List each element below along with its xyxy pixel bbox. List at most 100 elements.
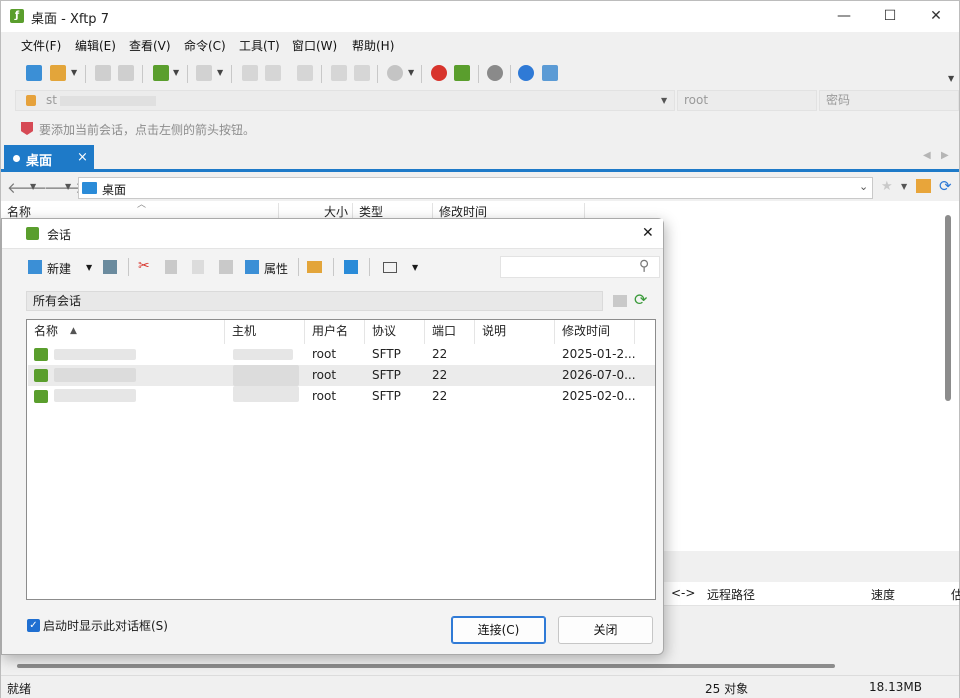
menu-bar: 文件(F) 编辑(E) 查看(V) 命令(C) 工具(T) 窗口(W) 帮助(H… (1, 32, 959, 58)
close-button[interactable]: ✕ (913, 1, 959, 32)
cut-icon[interactable]: ✂ (138, 258, 150, 274)
star-icon[interactable]: ★ (881, 179, 893, 194)
password-input[interactable]: 密码 (819, 90, 959, 111)
transfer-column-estimate[interactable]: 估 (951, 586, 960, 603)
startup-checkbox[interactable]: ✓ (27, 619, 40, 632)
chevron-down-icon[interactable]: ⌄ (859, 180, 868, 193)
menu-command[interactable]: 命令(C) (184, 37, 226, 54)
sync-icon[interactable] (297, 65, 313, 81)
session-column-description[interactable]: 说明 (475, 320, 555, 344)
tab-scroll-right-icon[interactable]: ▶ (941, 150, 949, 161)
properties-icon[interactable] (245, 260, 259, 274)
tab-close-icon[interactable]: × (77, 150, 88, 165)
new-session-button[interactable]: 新建 (47, 260, 71, 277)
copy-icon[interactable] (331, 65, 347, 81)
session-column-username[interactable]: 用户名 (305, 320, 365, 344)
session-column-modified[interactable]: 修改时间 (555, 320, 635, 344)
disconnect-icon[interactable] (118, 65, 134, 81)
paste-icon[interactable] (192, 260, 204, 274)
globe-icon[interactable] (387, 65, 403, 81)
transfer-icon[interactable] (196, 65, 212, 81)
maximize-button[interactable]: ☐ (867, 1, 913, 32)
xftp-window: ƒ 桌面 - Xftp 7 — ☐ ✕ 文件(F) 编辑(E) 查看(V) 命令… (0, 0, 960, 698)
username-input[interactable]: root (677, 90, 817, 111)
refresh-icon[interactable]: ⟳ (634, 290, 647, 309)
session-search-input[interactable]: ⚲ (500, 256, 660, 278)
search-icon[interactable]: ⚲ (639, 258, 649, 274)
transfer-column-direction[interactable]: <-> (671, 586, 695, 600)
transfer-column-remote-path[interactable]: 远程路径 (707, 586, 755, 603)
session-settings-icon[interactable] (153, 65, 169, 81)
gear-icon[interactable] (487, 65, 503, 81)
chevron-down-icon[interactable]: ▼ (217, 68, 223, 77)
back-arrow-icon[interactable]: 🡐 (7, 178, 47, 197)
bookmark-icon[interactable] (21, 122, 33, 135)
session-row[interactable]: root SFTP 22 2026-07-0... (28, 365, 655, 386)
minimize-button[interactable]: — (821, 1, 867, 32)
menu-window[interactable]: 窗口(W) (292, 37, 337, 54)
chevron-down-icon[interactable]: ▼ (408, 68, 414, 77)
menu-tools[interactable]: 工具(T) (239, 37, 280, 54)
menu-file[interactable]: 文件(F) (21, 37, 61, 54)
help-icon[interactable] (518, 65, 534, 81)
paste-icon[interactable] (354, 65, 370, 81)
chevron-down-icon[interactable]: ▼ (65, 182, 71, 191)
horizontal-scrollbar[interactable] (17, 664, 835, 668)
view-list-icon[interactable] (383, 262, 397, 273)
document-icon[interactable] (242, 65, 258, 81)
menu-edit[interactable]: 编辑(E) (75, 37, 116, 54)
menu-help[interactable]: 帮助(H) (352, 37, 394, 54)
chevron-down-icon[interactable]: ▼ (901, 182, 907, 191)
chevron-down-icon[interactable]: ▼ (30, 182, 36, 191)
session-column-port[interactable]: 端口 (425, 320, 475, 344)
sort-asc-icon: ︿ (137, 200, 147, 210)
toolbar-separator (187, 65, 188, 83)
session-modified: 2025-01-2... (562, 347, 636, 361)
dialog-close-icon[interactable]: ✕ (642, 225, 654, 241)
properties-button[interactable]: 属性 (264, 260, 288, 277)
new-session-icon[interactable] (26, 65, 42, 81)
open-folder-icon[interactable] (50, 65, 66, 81)
session-column-host[interactable]: 主机 (225, 320, 305, 344)
chevron-down-icon[interactable]: ▼ (71, 68, 77, 77)
session-protocol: SFTP (372, 389, 401, 403)
shortcut-icon[interactable] (344, 260, 358, 274)
copy-icon[interactable] (165, 260, 177, 274)
session-row[interactable]: root SFTP 22 2025-02-0... (28, 386, 655, 407)
document-icon[interactable] (265, 65, 281, 81)
refresh-icon[interactable]: ⟳ (939, 177, 952, 195)
menu-view[interactable]: 查看(V) (129, 37, 171, 54)
new-session-icon[interactable] (28, 260, 42, 274)
path-input[interactable]: 桌面 ⌄ (78, 177, 873, 199)
save-icon[interactable] (103, 260, 117, 274)
host-input-value: st (46, 93, 57, 107)
session-folder-path[interactable]: 所有会话 (26, 291, 603, 311)
redacted-host (233, 349, 293, 360)
home-icon[interactable] (916, 179, 931, 193)
tab-scroll-left-icon[interactable]: ◀ (923, 150, 931, 161)
session-row[interactable]: root SFTP 22 2025-01-2... (28, 344, 655, 365)
chevron-down-icon[interactable]: ▼ (173, 68, 179, 77)
folder-up-icon[interactable] (613, 295, 627, 307)
chat-icon[interactable] (542, 65, 558, 81)
session-protocol: SFTP (372, 368, 401, 382)
transfer-column-speed[interactable]: 速度 (871, 586, 895, 603)
host-input[interactable]: st ▼ (15, 90, 675, 111)
xftp-icon[interactable] (454, 65, 470, 81)
session-column-name[interactable]: 名称 (27, 320, 225, 344)
xshell-icon[interactable] (431, 65, 447, 81)
tab-desktop[interactable]: 桌面 × (4, 145, 94, 172)
chevron-down-icon[interactable]: ▼ (86, 263, 92, 272)
toolbar-separator (333, 258, 334, 276)
connect-icon[interactable] (95, 65, 111, 81)
dialog-close-button[interactable]: 关闭 (558, 616, 653, 644)
scrollbar-thumb[interactable] (945, 215, 951, 401)
new-folder-icon[interactable] (307, 261, 322, 273)
chevron-down-icon[interactable]: ▼ (948, 74, 954, 83)
startup-checkbox-label[interactable]: 启动时显示此对话框(S) (43, 617, 168, 634)
delete-icon[interactable] (219, 260, 233, 274)
connect-button[interactable]: 连接(C) (451, 616, 546, 644)
session-column-protocol[interactable]: 协议 (365, 320, 425, 344)
chevron-down-icon[interactable]: ▼ (412, 263, 418, 272)
chevron-down-icon[interactable]: ▼ (661, 91, 667, 110)
